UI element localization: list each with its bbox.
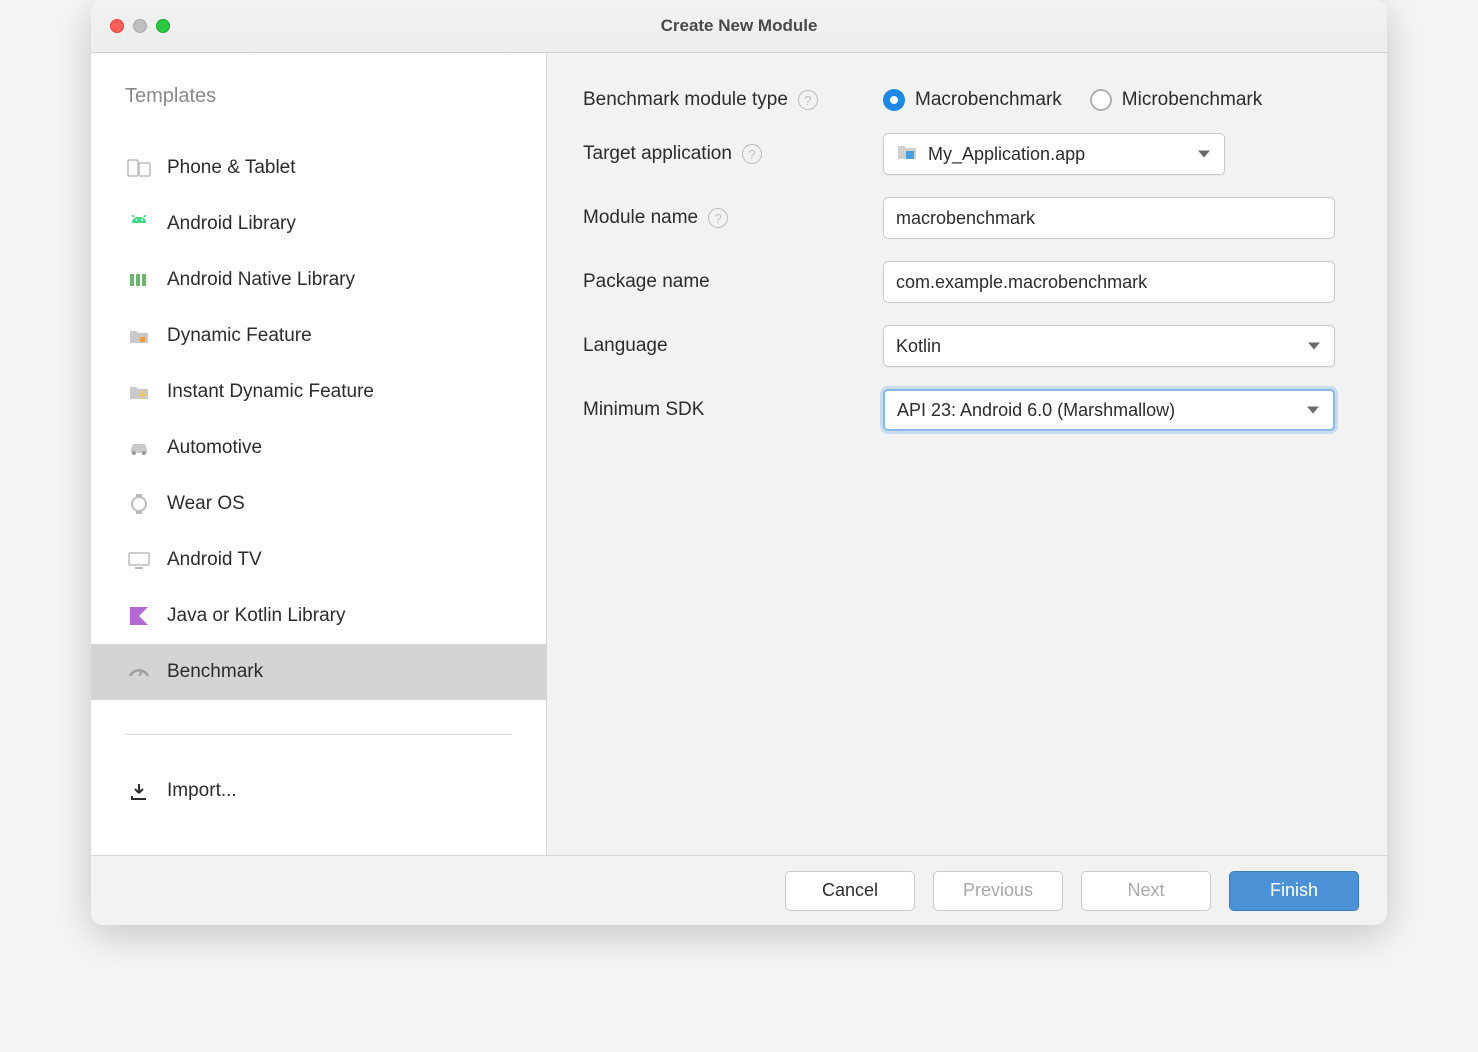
form-panel: Benchmark module type ? Macrobenchmark M… [547,53,1387,855]
window-title: Create New Module [91,16,1387,36]
kotlin-icon [125,605,153,627]
template-android-library[interactable]: Android Library [91,196,546,252]
sidebar-separator [125,734,512,735]
finish-button[interactable]: Finish [1229,871,1359,911]
import-label: Import... [167,780,237,802]
template-label: Android TV [167,549,262,571]
templates-heading: Templates [91,85,546,108]
template-label: Phone & Tablet [167,157,296,179]
language-select[interactable]: Kotlin [883,325,1335,367]
maximize-window-icon[interactable] [156,19,170,33]
row-package-name: Package name [583,261,1351,303]
target-app-select[interactable]: My_Application.app [883,133,1225,175]
content-area: Templates Phone & Tablet [91,53,1387,855]
language-value: Kotlin [896,336,941,357]
label-module-type: Benchmark module type ? [583,89,883,111]
phone-tablet-icon [125,157,153,179]
titlebar: Create New Module [91,0,1387,53]
close-window-icon[interactable] [110,19,124,33]
chevron-down-icon [1198,151,1210,158]
templates-sidebar: Templates Phone & Tablet [91,53,547,855]
label-language: Language [583,335,883,357]
chevron-down-icon [1307,407,1319,414]
dialog-footer: Cancel Previous Next Finish [91,855,1387,925]
target-app-value: My_Application.app [928,144,1085,165]
module-type-radio-group: Macrobenchmark Microbenchmark [883,89,1351,111]
chevron-down-icon [1308,343,1320,350]
previous-button: Previous [933,871,1063,911]
template-label: Dynamic Feature [167,325,312,347]
template-automotive[interactable]: Automotive [91,420,546,476]
label-min-sdk: Minimum SDK [583,399,883,421]
min-sdk-select[interactable]: API 23: Android 6.0 (Marshmallow) [883,389,1335,431]
row-target-app: Target application ? My_Application.app [583,133,1351,175]
import-icon [125,780,153,802]
import-item[interactable]: Import... [91,763,546,819]
next-button: Next [1081,871,1211,911]
template-label: Android Library [167,213,296,235]
template-instant-dynamic-feature[interactable]: Instant Dynamic Feature [91,364,546,420]
template-android-tv[interactable]: Android TV [91,532,546,588]
tv-icon [125,549,153,571]
wear-os-icon [125,493,153,515]
help-icon[interactable]: ? [708,208,728,228]
template-wear-os[interactable]: Wear OS [91,476,546,532]
template-benchmark[interactable]: Benchmark [91,644,546,700]
label-module-name: Module name ? [583,207,883,229]
radio-microbenchmark[interactable]: Microbenchmark [1090,89,1262,111]
row-language: Language Kotlin [583,325,1351,367]
package-name-input[interactable] [896,272,1322,293]
automotive-icon [125,437,153,459]
radio-macrobenchmark[interactable]: Macrobenchmark [883,89,1062,111]
template-label: Automotive [167,437,262,459]
minimize-window-icon [133,19,147,33]
template-label: Java or Kotlin Library [167,605,345,627]
template-dynamic-feature[interactable]: Dynamic Feature [91,308,546,364]
help-icon[interactable]: ? [742,144,762,164]
native-library-icon [125,269,153,291]
cancel-button[interactable]: Cancel [785,871,915,911]
android-icon [125,213,153,235]
label-target-app: Target application ? [583,143,883,165]
row-module-type: Benchmark module type ? Macrobenchmark M… [583,89,1351,111]
label-package-name: Package name [583,271,883,293]
radio-unchecked-icon [1090,89,1112,111]
template-label: Benchmark [167,661,263,683]
row-module-name: Module name ? [583,197,1351,239]
template-list: Phone & Tablet Android Library [91,140,546,700]
window-controls [91,19,170,33]
row-min-sdk: Minimum SDK API 23: Android 6.0 (Marshma… [583,389,1351,431]
package-name-input-wrapper [883,261,1335,303]
template-android-native-library[interactable]: Android Native Library [91,252,546,308]
radio-checked-icon [883,89,905,111]
dialog-window: Create New Module Templates Phone & Tabl… [91,0,1387,925]
template-label: Wear OS [167,493,245,515]
instant-dynamic-feature-icon [125,381,153,403]
min-sdk-value: API 23: Android 6.0 (Marshmallow) [897,400,1175,421]
help-icon[interactable]: ? [798,90,818,110]
module-name-input[interactable] [896,208,1322,229]
folder-app-icon [896,143,918,166]
template-label: Android Native Library [167,269,355,291]
template-label: Instant Dynamic Feature [167,381,374,403]
template-java-kotlin-library[interactable]: Java or Kotlin Library [91,588,546,644]
template-phone-tablet[interactable]: Phone & Tablet [91,140,546,196]
module-name-input-wrapper [883,197,1335,239]
dynamic-feature-icon [125,325,153,347]
benchmark-icon [125,661,153,683]
